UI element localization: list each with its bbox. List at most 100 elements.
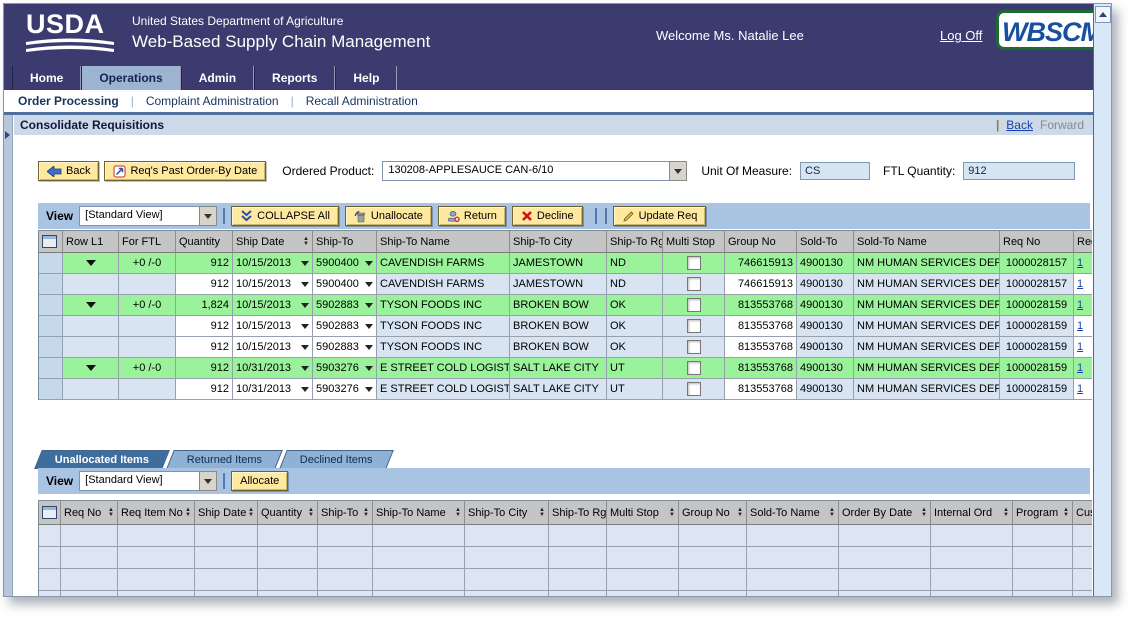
sort-icon[interactable]: ▲▼ [363, 508, 369, 518]
sort-icon[interactable]: ▲▼ [669, 508, 675, 518]
multi-stop-checkbox[interactable] [687, 256, 701, 270]
sort-icon[interactable]: ▲▼ [455, 508, 461, 518]
collapse-all-button[interactable]: COLLAPSE All [231, 206, 339, 226]
chevron-down-icon[interactable] [199, 471, 217, 491]
collapse-row-icon[interactable] [86, 365, 96, 371]
update-req-button[interactable]: Update Req [613, 206, 707, 226]
row-selector[interactable] [39, 591, 61, 597]
chevron-down-icon[interactable] [301, 366, 309, 371]
quantity-cell[interactable]: 912 [176, 274, 233, 295]
reqs-past-order-by-date-button[interactable]: Req's Past Order-By Date [104, 161, 266, 181]
history-back-link[interactable]: Back [1006, 118, 1033, 132]
multi-stop-checkbox[interactable] [687, 298, 701, 312]
chevron-down-icon[interactable] [365, 324, 373, 329]
row-expand-cell[interactable] [63, 295, 119, 316]
sort-icon[interactable]: ▲▼ [308, 508, 314, 518]
group-no-cell[interactable]: 813553768 [725, 337, 797, 358]
scroll-up-button[interactable] [1095, 6, 1111, 23]
column-header-ship-to-rg[interactable]: Ship-To Rg▲▼ [549, 501, 607, 525]
row-selector[interactable] [39, 295, 63, 316]
subnav-complaint-administration[interactable]: Complaint Administration [146, 94, 279, 108]
chevron-down-icon[interactable] [301, 345, 309, 350]
row-expand-cell[interactable] [63, 358, 119, 379]
sort-icon[interactable]: ▲▼ [303, 237, 309, 247]
sort-icon[interactable]: ▲▼ [185, 508, 191, 518]
chevron-down-icon[interactable] [365, 261, 373, 266]
return-button[interactable]: Return [438, 206, 506, 226]
quantity-cell[interactable]: 912 [176, 316, 233, 337]
column-header-program[interactable]: Program▲▼ [1013, 501, 1073, 525]
row-selector[interactable] [39, 358, 63, 379]
req-item-link[interactable]: 1 [1077, 341, 1083, 353]
back-button[interactable]: Back [38, 161, 99, 181]
column-header-ship-to[interactable]: Ship-To▲▼ [318, 501, 373, 525]
column-header-internal-ord[interactable]: Internal Ord▲▼ [931, 501, 1013, 525]
vertical-scrollbar[interactable] [1093, 4, 1111, 596]
allocate-button[interactable]: Allocate [231, 471, 288, 491]
tab-unallocated-items[interactable]: Unallocated Items [34, 450, 170, 469]
side-panel-handle[interactable] [4, 115, 13, 596]
nav-tab-home[interactable]: Home [12, 66, 81, 90]
ship-date-cell[interactable]: 10/15/2013 [233, 253, 313, 274]
ship-date-cell[interactable]: 10/31/2013 [233, 379, 313, 400]
column-header-multi-stop[interactable]: Multi Stop▲▼ [607, 501, 679, 525]
multi-stop-checkbox[interactable] [687, 340, 701, 354]
group-no-cell[interactable]: 813553768 [725, 379, 797, 400]
chevron-down-icon[interactable] [301, 282, 309, 287]
ship-to-cell[interactable]: 5900400 [313, 253, 377, 274]
ship-to-cell[interactable]: 5902883 [313, 295, 377, 316]
ship-to-cell[interactable]: 5903276 [313, 358, 377, 379]
req-item-link[interactable]: 1 [1077, 362, 1083, 374]
column-header-group-no[interactable]: Group No▲▼ [679, 501, 747, 525]
nav-tab-reports[interactable]: Reports [254, 66, 335, 90]
multi-stop-checkbox[interactable] [687, 382, 701, 396]
view-dropdown[interactable]: [Standard View] [79, 206, 217, 226]
ship-date-cell[interactable]: 10/15/2013 [233, 274, 313, 295]
column-header-ship-date[interactable]: Ship Date▲▼ [233, 231, 313, 253]
sort-icon[interactable]: ▲▼ [737, 508, 743, 518]
row-selector[interactable] [39, 337, 63, 358]
select-all-icon[interactable] [42, 506, 57, 519]
collapse-row-icon[interactable] [86, 260, 96, 266]
ship-to-cell[interactable]: 5900400 [313, 274, 377, 295]
row-selector[interactable] [39, 569, 61, 591]
sort-icon[interactable]: ▲▼ [539, 508, 545, 518]
decline-button[interactable]: Decline [512, 206, 583, 226]
column-header-ship-date[interactable]: Ship Date▲▼ [195, 501, 258, 525]
quantity-cell[interactable]: 912 [176, 337, 233, 358]
sort-icon[interactable]: ▲▼ [1063, 508, 1069, 518]
chevron-down-icon[interactable] [669, 161, 687, 181]
ship-date-cell[interactable]: 10/15/2013 [233, 295, 313, 316]
nav-tab-admin[interactable]: Admin [181, 66, 254, 90]
req-item-link[interactable]: 1 [1077, 320, 1083, 332]
sort-icon[interactable]: ▲▼ [1003, 508, 1009, 518]
collapse-row-icon[interactable] [86, 302, 96, 308]
chevron-down-icon[interactable] [365, 387, 373, 392]
group-no-cell[interactable]: 746615913 [725, 274, 797, 295]
chevron-down-icon[interactable] [301, 261, 309, 266]
chevron-down-icon[interactable] [365, 366, 373, 371]
nav-tab-help[interactable]: Help [335, 66, 397, 90]
column-header-quantity[interactable]: Quantity▲▼ [258, 501, 318, 525]
unallocate-button[interactable]: Unallocate [345, 206, 432, 226]
column-header-sold-to-name[interactable]: Sold-To Name▲▼ [747, 501, 839, 525]
row-expand-cell[interactable] [63, 253, 119, 274]
column-header-cus[interactable]: Cus▲▼ [1073, 501, 1092, 525]
ship-to-cell[interactable]: 5902883 [313, 337, 377, 358]
req-item-link[interactable]: 1 [1077, 383, 1083, 395]
chevron-down-icon[interactable] [365, 282, 373, 287]
multi-stop-checkbox[interactable] [687, 277, 701, 291]
sort-icon[interactable]: ▲▼ [248, 508, 254, 518]
req-item-link[interactable]: 1 [1077, 278, 1083, 290]
select-all-icon[interactable] [42, 235, 57, 248]
ship-to-cell[interactable]: 5903276 [313, 379, 377, 400]
chevron-down-icon[interactable] [365, 345, 373, 350]
column-header-ship-to-name[interactable]: Ship-To Name▲▼ [373, 501, 465, 525]
row-selector[interactable] [39, 253, 63, 274]
chevron-down-icon[interactable] [199, 206, 217, 226]
ship-date-cell[interactable]: 10/15/2013 [233, 316, 313, 337]
row-selector[interactable] [39, 547, 61, 569]
sort-icon[interactable]: ▲▼ [829, 508, 835, 518]
column-header-req-no[interactable]: Req No▲▼ [61, 501, 118, 525]
ordered-product-dropdown[interactable]: 130208-APPLESAUCE CAN-6/10 [382, 161, 687, 181]
